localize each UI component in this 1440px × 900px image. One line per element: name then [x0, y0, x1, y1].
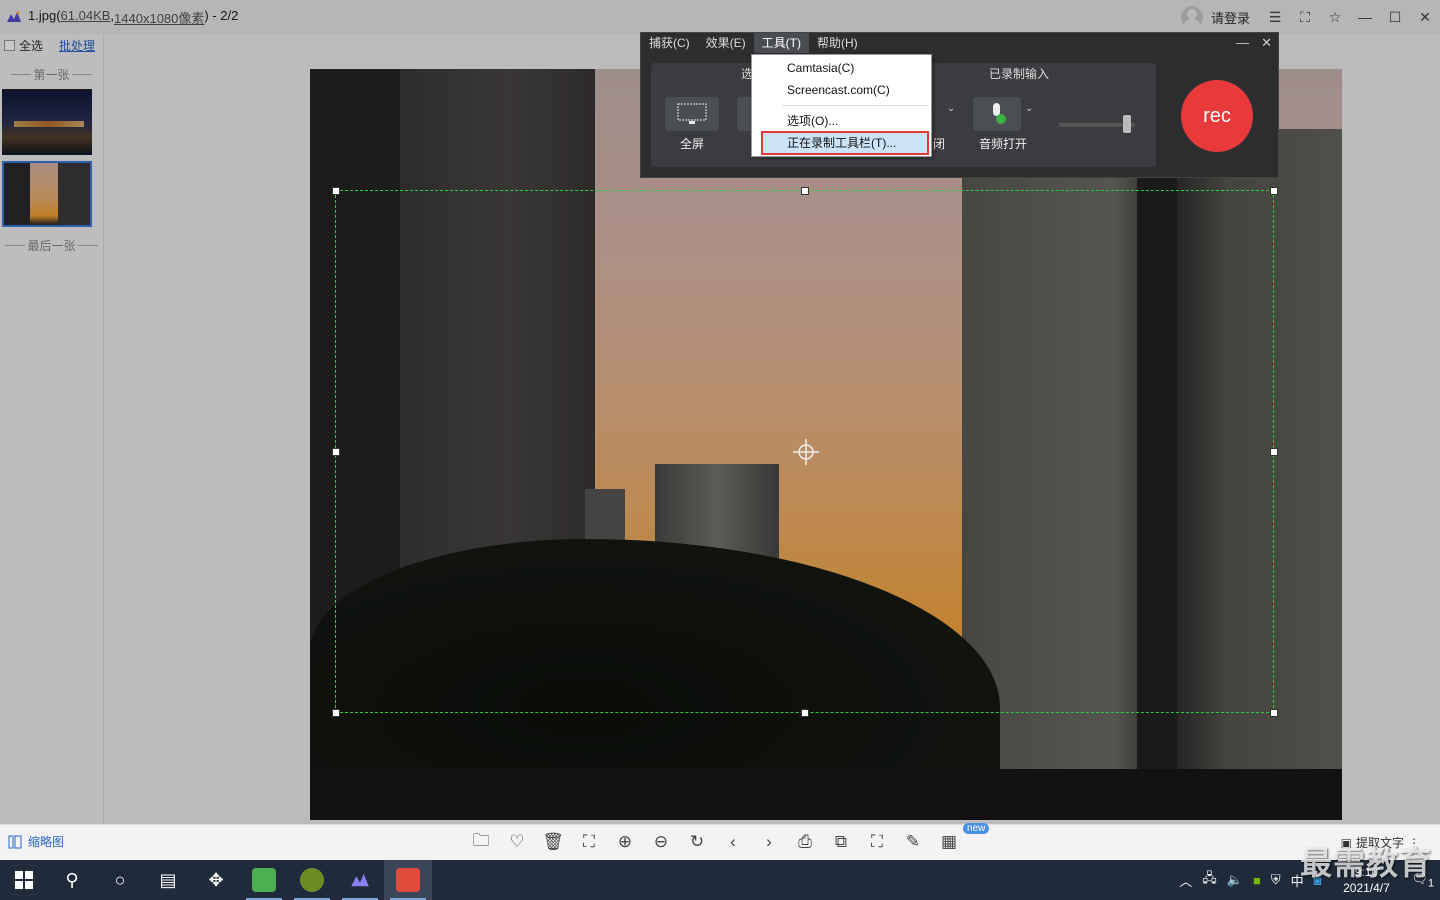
- security-shield-icon[interactable]: ⛨: [1271, 872, 1281, 888]
- start-button[interactable]: [0, 860, 48, 900]
- camtasia-editor-icon[interactable]: [240, 860, 288, 900]
- volume-icon[interactable]: 🔈: [1227, 872, 1243, 888]
- network-icon[interactable]: 🖧: [1202, 869, 1217, 891]
- favorite-icon[interactable]: ♡: [506, 831, 528, 853]
- minimize-button[interactable]: —: [1350, 0, 1380, 34]
- prev-icon[interactable]: ‹: [722, 831, 744, 853]
- title-filename: 1.jpg: [28, 7, 57, 23]
- menu-separator: [782, 105, 929, 106]
- fit-icon[interactable]: ⛶: [866, 831, 888, 853]
- window-controls: ☰ ⛶ ☆ — ☐ ✕: [1260, 0, 1440, 34]
- image-viewer-app-icon[interactable]: [336, 860, 384, 900]
- open-folder-icon[interactable]: 🗀: [470, 831, 492, 853]
- recorded-input-title: 已录制输入: [989, 67, 1050, 81]
- select-all-checkbox[interactable]: [4, 39, 15, 51]
- last-separator: 最后一张: [0, 237, 103, 254]
- rotate-icon[interactable]: ↻: [686, 831, 708, 853]
- delete-icon[interactable]: 🗑: [542, 831, 564, 853]
- menu-effects[interactable]: 效果(E): [698, 33, 754, 53]
- menu-item-options[interactable]: 选项(O)...: [752, 110, 931, 132]
- melon-app-icon[interactable]: [288, 860, 336, 900]
- resize-handle-t[interactable]: [801, 187, 809, 195]
- move-crosshair-icon[interactable]: [792, 438, 820, 466]
- taskbar: ⚲ ○ ▤ ✥ ︿ 🖧 🔈 ■ ⛨ 中 ◙ 9:10 2021/4/7 🗨1: [0, 860, 1440, 900]
- chevron-up-icon[interactable]: ︿: [1179, 871, 1192, 890]
- login-area[interactable]: 请登录: [1180, 6, 1250, 28]
- nvidia-icon[interactable]: ■: [1253, 873, 1261, 888]
- volume-slider-knob[interactable]: [1123, 115, 1131, 133]
- apps-icon[interactable]: ▦: [938, 831, 960, 853]
- camtasia-recorder-icon[interactable]: [384, 860, 432, 900]
- fullscreen-label: 全屏: [679, 137, 704, 151]
- menu-item-recording-toolbars[interactable]: 正在录制工具栏(T)...: [761, 131, 929, 155]
- compare-icon[interactable]: ⧉: [830, 831, 852, 853]
- record-button[interactable]: rec: [1181, 80, 1253, 152]
- monitor-icon: [677, 103, 707, 124]
- edit-icon[interactable]: ✎: [902, 831, 924, 853]
- fullscreen-icon[interactable]: ⛶: [1290, 0, 1320, 34]
- maximize-button[interactable]: ☐: [1380, 0, 1410, 34]
- print-icon[interactable]: ⎙: [794, 831, 816, 853]
- batch-link[interactable]: 批处理: [59, 37, 95, 54]
- audio-button[interactable]: [973, 97, 1021, 131]
- pinwheel-app-icon[interactable]: ✥: [192, 860, 240, 900]
- title-index: ) - 2/2: [204, 7, 239, 23]
- new-badge: new: [963, 823, 990, 834]
- thumbnail-1[interactable]: [2, 89, 92, 155]
- thumbnail-sidebar: 全选 批处理 第一张 最后一张: [0, 34, 104, 824]
- first-separator: 第一张: [0, 66, 103, 83]
- recorder-minimize-button[interactable]: —: [1236, 35, 1249, 51]
- menu-item-screencast[interactable]: Screencast.com(C): [752, 79, 931, 101]
- windows-icon: [15, 871, 33, 889]
- task-view-icon[interactable]: ▤: [144, 860, 192, 900]
- audio-dropdown-icon[interactable]: ⌄: [1025, 103, 1033, 114]
- title-dimensions[interactable]: 1440x1080像素: [114, 8, 204, 27]
- thumbnails-icon: [8, 835, 22, 848]
- menu-capture[interactable]: 捕获(C): [641, 33, 698, 53]
- resize-handle-tr[interactable]: [1270, 187, 1278, 195]
- window-title: 1.jpg ( 61.04KB , 1440x1080像素 ) - 2/2: [28, 8, 238, 27]
- resize-handle-l[interactable]: [332, 448, 340, 456]
- login-link[interactable]: 请登录: [1211, 8, 1250, 27]
- fullscreen-button[interactable]: [665, 97, 719, 131]
- camera-dropdown-icon[interactable]: ⌄: [947, 103, 955, 114]
- watermark: 最需教育: [1299, 844, 1432, 882]
- zoom-in-icon[interactable]: ⊕: [614, 831, 636, 853]
- next-icon[interactable]: ›: [758, 831, 780, 853]
- thumbnails-toggle[interactable]: 缩略图: [8, 833, 64, 850]
- close-button[interactable]: ✕: [1410, 0, 1440, 34]
- recorder-menubar: 捕获(C) 效果(E) 工具(T) 帮助(H): [641, 33, 1278, 53]
- title-filesize[interactable]: 61.04KB: [61, 8, 111, 27]
- thumbnail-2[interactable]: [2, 161, 92, 227]
- tools-dropdown-menu: Camtasia(C) Screencast.com(C) 选项(O)... 正…: [751, 54, 932, 157]
- recorder-close-button[interactable]: ✕: [1261, 35, 1272, 51]
- ground: [310, 769, 1342, 820]
- menu-item-camtasia[interactable]: Camtasia(C): [752, 57, 931, 79]
- thumbnails-label[interactable]: 缩略图: [28, 833, 64, 850]
- microphone-icon: [993, 103, 1006, 124]
- resize-handle-br[interactable]: [1270, 709, 1278, 717]
- resize-handle-b[interactable]: [801, 709, 809, 717]
- title-bar: 1.jpg ( 61.04KB , 1440x1080像素 ) - 2/2 请登…: [0, 0, 1440, 34]
- resize-handle-tl[interactable]: [332, 187, 340, 195]
- zoom-out-icon[interactable]: ⊖: [650, 831, 672, 853]
- audio-on-label: 音频打开: [978, 137, 1027, 151]
- menu-tools[interactable]: 工具(T): [753, 33, 809, 53]
- camtasia-recorder: 捕获(C) 效果(E) 工具(T) 帮助(H) — ✕ 选 已录制输入 全屏 关…: [640, 32, 1279, 178]
- menu-icon[interactable]: ☰: [1260, 0, 1290, 34]
- select-all-label[interactable]: 全选: [19, 37, 43, 54]
- pin-icon[interactable]: ☆: [1320, 0, 1350, 34]
- resize-handle-r[interactable]: [1270, 448, 1278, 456]
- crop-icon[interactable]: ⛶: [578, 831, 600, 853]
- menu-help[interactable]: 帮助(H): [809, 33, 866, 53]
- app-logo-icon: [7, 11, 21, 22]
- cortana-icon[interactable]: ○: [96, 860, 144, 900]
- avatar[interactable]: [1180, 6, 1203, 28]
- search-icon[interactable]: ⚲: [48, 860, 96, 900]
- bottom-toolbar: 缩略图 🗀 ♡ 🗑 ⛶ ⊕ ⊖ ↻ ‹ › ⎙ ⧉ ⛶ ✎ ▦ new ▣ 提取…: [0, 823, 1440, 860]
- resize-handle-bl[interactable]: [332, 709, 340, 717]
